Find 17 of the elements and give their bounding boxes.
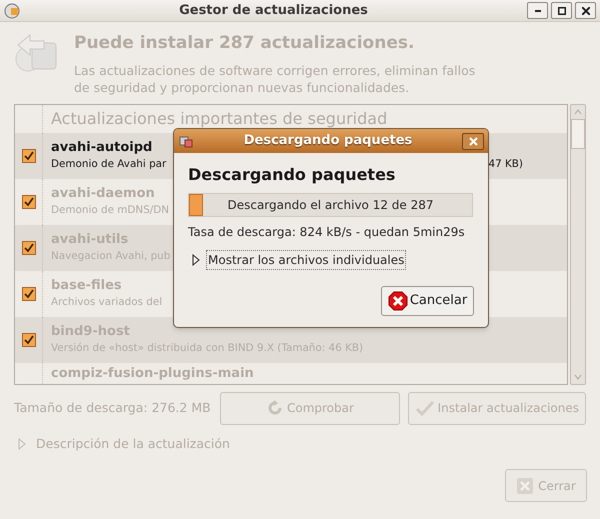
package-description: Archivos variados del <box>51 295 162 310</box>
package-description: 47 KB) <box>488 157 523 172</box>
dialog-heading: Descargando paquetes <box>188 164 396 186</box>
group-heading: Actualizaciones importantes de seguridad <box>50 108 388 130</box>
header-title: Puede instalar 287 actualizaciones. <box>74 32 416 55</box>
package-name: avahi-daemon <box>51 184 155 203</box>
download-size: Tamaño de descarga: 276.2 MB <box>14 398 212 417</box>
package-description: Demonio de Avahi par <box>51 157 166 172</box>
download-rate: Tasa de descarga: 824 kB/s - quedan 5min29s <box>188 224 466 241</box>
package-description: Demonio de mDNS/DN <box>51 203 170 218</box>
package-name: avahi-autoipd <box>51 138 152 157</box>
package-name: base-files <box>51 276 122 295</box>
window-title: Gestor de actualizaciones <box>178 2 369 20</box>
dialog-title: Descargando paquetes <box>242 132 414 150</box>
header-description: Las actualizaciones de software corrigen errores, eliminan fallos de seguridad y proporcionan nuevas funcionalidades. <box>74 62 476 96</box>
package-name: compiz-fusion-plugins-main <box>51 364 254 382</box>
progress-text: Descargando el archivo 12 de 287 <box>226 197 435 214</box>
